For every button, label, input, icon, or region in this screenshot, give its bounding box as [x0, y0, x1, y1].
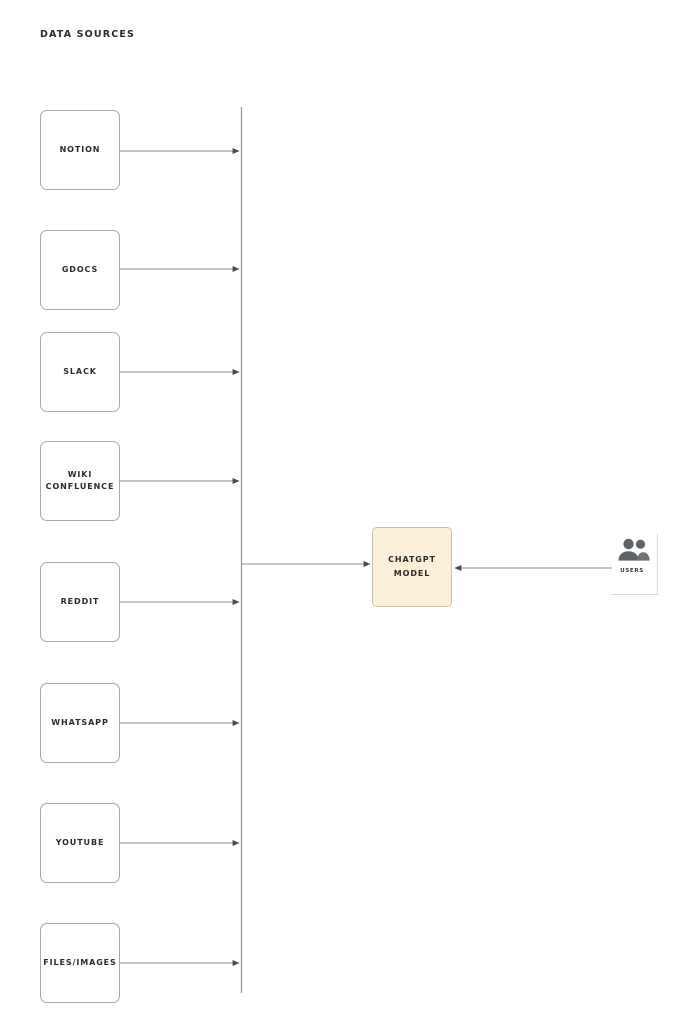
source-node-notion[interactable]: NOTION: [40, 110, 120, 190]
users-node[interactable]: USERS: [610, 533, 658, 595]
users-label: USERS: [620, 568, 644, 574]
source-node-reddit[interactable]: REDDIT: [40, 562, 120, 642]
page-title: DATA SOURCES: [40, 29, 135, 40]
source-label: YOUTUBE: [55, 837, 105, 847]
source-label: NOTION: [59, 144, 101, 154]
source-node-whatsapp[interactable]: WHATSAPP: [40, 683, 120, 763]
users-icon: [618, 538, 650, 561]
model-node-chatgpt[interactable]: CHATGPT MODEL: [372, 527, 452, 607]
source-node-wiki-confluence[interactable]: WIKI CONFLUENCE: [40, 441, 120, 521]
source-label: WIKI CONFLUENCE: [45, 469, 115, 491]
source-node-slack[interactable]: SLACK: [40, 332, 120, 412]
source-node-youtube[interactable]: YOUTUBE: [40, 803, 120, 883]
source-label: SLACK: [63, 366, 97, 376]
diagram-canvas: DATA SOURCES NOTION GDOCS SLACK WIKI CON…: [0, 0, 676, 1024]
source-label: REDDIT: [60, 596, 100, 606]
source-label: GDOCS: [61, 264, 99, 274]
source-node-files-images[interactable]: FILES/IMAGES: [40, 923, 120, 1003]
model-label: CHATGPT MODEL: [388, 555, 436, 578]
source-label: FILES/IMAGES: [43, 957, 117, 967]
source-node-gdocs[interactable]: GDOCS: [40, 230, 120, 310]
source-label: WHATSAPP: [51, 717, 109, 727]
